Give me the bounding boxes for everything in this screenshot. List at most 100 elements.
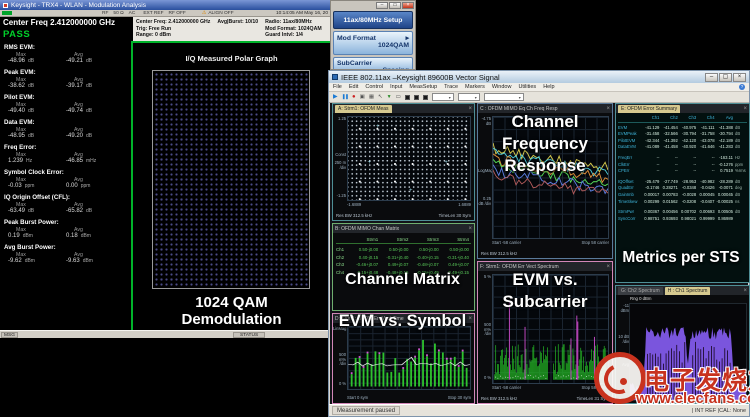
measurement-block: Pilot EVM:MaxAvg-49.40dB-49.74dB	[4, 94, 131, 115]
measurement-status: Measurement paused	[332, 406, 400, 415]
window-b-titlebar[interactable]: B: OFDM MIMO Chan Matrix ×	[333, 224, 474, 233]
maximize-button[interactable]: ▭	[389, 2, 401, 9]
spectrum-plot	[629, 303, 747, 401]
align-off-indicator: ALIGN OFF	[208, 11, 233, 16]
window-c-footer: Res BW 312.5 kHz	[481, 251, 609, 256]
reference-status: | INT REF |CAL: None	[692, 408, 746, 414]
close-button[interactable]: ×	[402, 2, 414, 9]
y-axis-div-label: 500 m% /div	[478, 323, 491, 337]
menu-trace[interactable]: Trace	[444, 84, 458, 90]
grid-layout-icon[interactable]: ▦	[369, 93, 374, 102]
pointer-icon[interactable]: ↖	[378, 93, 383, 102]
y-axis-bottom-label: 0 %	[478, 376, 491, 381]
y-axis-top-label: 1.25	[333, 117, 346, 122]
menu-input[interactable]: Input	[390, 84, 402, 90]
measurement-block: Peak EVM:MaxAvg-38.62dB-39.17dB	[4, 69, 131, 90]
annotation-1024qam: 1024 QAM Demodulation	[133, 294, 330, 328]
window-a-tab[interactable]: A: Strm1: OFDM Meas	[335, 105, 392, 113]
scale-dropdown[interactable]: ▾	[432, 93, 454, 101]
vsa-window-controls: – ▢ ×	[705, 73, 746, 82]
y-axis-bottom-label: 0 %	[333, 382, 346, 387]
menu-utilities[interactable]: Utilities	[518, 84, 536, 90]
minimize-button[interactable]: –	[376, 2, 388, 9]
trace-color-3-icon[interactable]	[423, 95, 428, 100]
menu-file[interactable]: File	[333, 84, 342, 90]
window-e-titlebar[interactable]: E: OFDM Error Summary ×	[616, 104, 749, 113]
vsa-titlebar[interactable]: IEEE 802.11ax –Keysight 89600B Vector Si…	[329, 71, 749, 83]
evm-symbol-plot	[347, 326, 471, 390]
measurement-block: Avg Burst Power:MaxAvg-9.62dBm-9.63dBm	[4, 244, 131, 265]
window-ofdm-meas: A: Strm1: OFDM Meas × 1.25 Const 250 m /…	[332, 103, 475, 221]
trace-color-2-icon[interactable]	[414, 95, 419, 100]
annotation-channel-freq-response: Channel Frequency Response	[480, 111, 610, 177]
error-summary-row: PilotEVM-42.344-41.392-42.120-43.078-42.…	[618, 138, 747, 145]
settings-col-1: Center Freq: 2.412000000 GHz Trig: Free …	[136, 19, 210, 39]
vsa-close-button[interactable]: ×	[733, 73, 746, 82]
error-summary-row: FreqErr---------163.11Hz	[618, 155, 747, 162]
x-axis-labels: -1.68891.6889	[347, 202, 471, 207]
menu-edit[interactable]: Edit	[349, 84, 358, 90]
subcarrier-softkey[interactable]: SubCarrier Spacing	[333, 57, 413, 70]
window-e-tab[interactable]: E: OFDM Error Summary	[618, 105, 680, 113]
menu-meassetup[interactable]: MeasSetup	[409, 84, 437, 90]
window-a-close-icon[interactable]: ×	[468, 105, 472, 113]
measurement-block: Freq Error:MaxAvg1.239Hz-46.85mHz	[4, 144, 131, 165]
zoom-dropdown[interactable]: ▾	[458, 93, 480, 101]
window-d-body: LinMag 500 m% /div 0 % Start 0 symStop 3…	[333, 323, 474, 403]
help-icon[interactable]: ?	[739, 84, 745, 90]
record-icon[interactable]: ●	[352, 93, 356, 102]
color-dropdown[interactable]: ▾	[484, 93, 524, 101]
run-state-indicator	[2, 11, 12, 15]
window-gh-body: Rng 0 dBm -11 dBm 10 dB /div Avg	[616, 295, 749, 403]
y-axis-div-label: 0.25 dB /div	[478, 197, 491, 206]
range-label: Rng 0 dBm	[630, 296, 652, 301]
menu-markers[interactable]: Markers	[465, 84, 485, 90]
vsa-minimize-button[interactable]: –	[705, 73, 718, 82]
single-layout-icon[interactable]: ▣	[360, 93, 365, 102]
warning-icon: ⚠	[202, 10, 206, 16]
tab-ch1-spectrum[interactable]: H : Ch1 Spectrum	[665, 287, 711, 295]
error-summary-row: CPErr--------0.7519%rms	[618, 168, 747, 175]
trace-color-1-icon[interactable]	[405, 95, 410, 100]
vsa-maximize-button[interactable]: ▢	[719, 73, 732, 82]
settings-col-3: Radio: 11ax/80MHz Mod Format: 1024QAM Gu…	[265, 19, 322, 39]
play-icon[interactable]: ▶	[333, 93, 338, 102]
window-gh-titlebar[interactable]: G: Ch2 Spectrum H : Ch1 Spectrum ×	[616, 286, 749, 295]
window-a-titlebar[interactable]: A: Strm1: OFDM Meas ×	[333, 104, 474, 113]
x-axis-labels: Start 0 symStop 30 sym	[347, 395, 471, 400]
pause-icon[interactable]: ❚❚	[342, 93, 348, 102]
measurement-block: Data EVM:MaxAvg-48.95dB-49.20dB	[4, 119, 131, 140]
constellation-plot: + + + +	[347, 116, 471, 201]
error-summary-row: IQOffset-25.479-27.749-28.953-40.982-28.…	[618, 179, 747, 186]
error-summary-row: DataEVM-41.089-41.458-40.920-41.646-41.2…	[618, 144, 747, 151]
annotation-metrics-per-sts: Metrics per STS	[614, 249, 748, 267]
menu-control[interactable]: Control	[365, 84, 383, 90]
error-summary-row: EVMPeak-31.458-32.566-30.794-31.758-30.7…	[618, 131, 747, 138]
settings-col-2: Avg|Burst: 10/10	[217, 19, 258, 39]
keysight-app-icon	[3, 3, 8, 8]
impedance-indicator: 50 Ω	[113, 11, 123, 16]
tab-ch2-spectrum[interactable]: G: Ch2 Spectrum	[618, 287, 663, 295]
menu-window[interactable]: Window	[492, 84, 512, 90]
wlan-window-titlebar[interactable]: Keysight - TRX4 - WLAN - Modulation Anal…	[0, 0, 330, 10]
zoom-icon[interactable]: ▭	[396, 93, 401, 102]
setup-header-softkey[interactable]: 11ax/80MHz Setup	[333, 11, 413, 29]
error-summary-row: StrmPwr0.003670.004560.007020.006930.005…	[618, 209, 747, 216]
menu-help[interactable]: Help	[543, 84, 554, 90]
msg-field: MSG	[1, 332, 18, 338]
y-axis-top-label: -11 dBm	[616, 304, 629, 313]
iq-constellation-display	[152, 70, 310, 289]
window-e-close-icon[interactable]: ×	[743, 105, 747, 113]
screen: Keysight - TRX4 - WLAN - Modulation Anal…	[0, 0, 750, 417]
window-b-close-icon[interactable]: ×	[468, 225, 472, 233]
marker-icon[interactable]: ▼	[387, 93, 392, 102]
y-axis-bottom-label: -1.25	[333, 194, 346, 199]
x-axis-labels: Start -58 carrierStop 58 carrier	[492, 385, 609, 390]
y-axis-div-label: 500 m% /div	[333, 353, 346, 367]
mod-format-softkey[interactable]: Mod Format▸ 1024QAM	[333, 31, 413, 55]
window-gh-close-icon[interactable]: ×	[743, 287, 747, 295]
wlan-analysis-window: Keysight - TRX4 - WLAN - Modulation Anal…	[0, 0, 330, 338]
x-axis-labels: Start -58 carrierStop 58 carrier	[492, 240, 609, 245]
chan-matrix-row: Ch10.50-j0.000.50-j0.000.50-j0.000.50-j0…	[336, 246, 471, 253]
error-summary-row: TimeSkew0.002990.01562-0.0208-0.0407-0.0…	[618, 199, 747, 206]
